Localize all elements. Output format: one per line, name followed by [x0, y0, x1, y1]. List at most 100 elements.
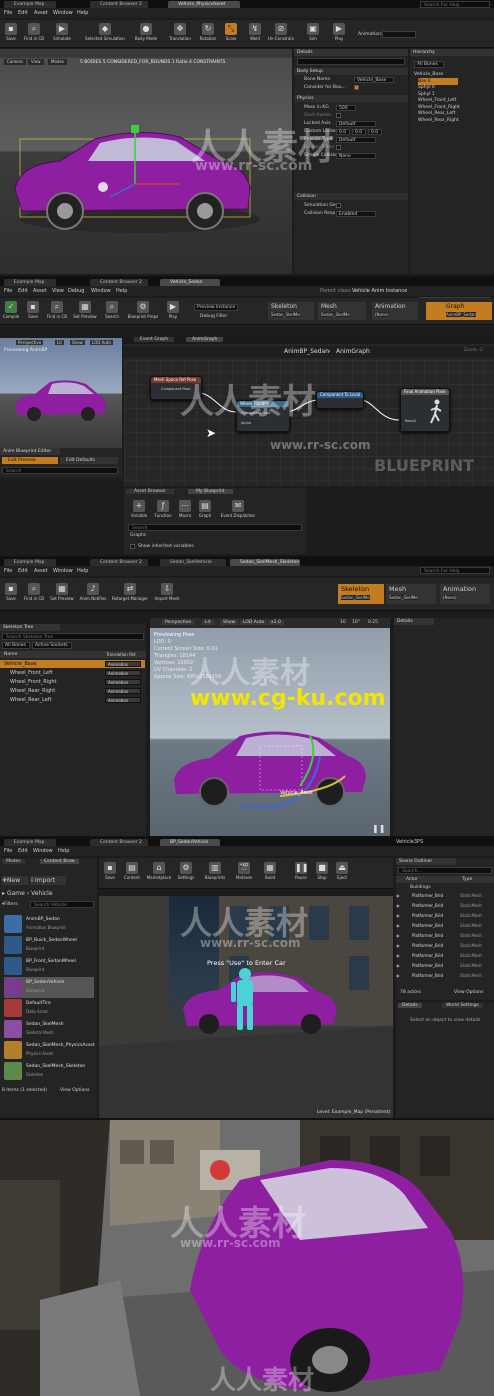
viewport-view-button[interactable]: View [28, 59, 44, 65]
tab-content-browser[interactable]: Content Browser 2 [90, 279, 148, 286]
all-bones-dropdown[interactable]: All Bones [2, 642, 30, 649]
tab-world-settings[interactable]: World Settings [442, 1003, 483, 1008]
outliner-row[interactable]: ◉ Platformer_Brid StaticMesh [396, 972, 486, 979]
find-in-cb-button[interactable]: ⌕ Find in CB [46, 301, 68, 319]
mode-skeleton[interactable]: Skeleton Sedan_SkelMe [338, 584, 384, 604]
build-button[interactable]: ▦ Build [259, 862, 281, 880]
import-mesh-button[interactable]: ⇩ Import Mesh [152, 583, 182, 601]
menu-edit[interactable]: Edit [18, 9, 28, 17]
asset-item[interactable]: BP_SedanVehicle Blueprint [4, 977, 94, 998]
tab-bp-sedan-vehicle[interactable]: BP_SedanVehicle [160, 839, 220, 846]
retarget-manager-button[interactable]: ⇄ Retarget Manager [110, 583, 150, 601]
hierarchy-item[interactable]: Wheel_Rear_Right [418, 117, 459, 124]
body-mode-button[interactable]: ● Body Mode [132, 23, 160, 41]
custom-lock-y-field[interactable]: 0.0 [352, 129, 366, 135]
tab-content-browser[interactable]: Content Browser 2 [90, 839, 148, 846]
compile-button[interactable]: ✓ Compile [2, 301, 20, 319]
custom-lock-x-field[interactable]: 0.0 [336, 129, 350, 135]
outliner-row[interactable]: ◉ Platformer_Brid StaticMesh [396, 952, 486, 959]
visibility-eye-icon[interactable]: ◉ [396, 972, 402, 979]
body-setup-section[interactable]: Body Setup [294, 68, 408, 75]
active-sockets-dropdown[interactable]: Active Sockets [32, 642, 72, 649]
consider-bounds-checkbox[interactable] [354, 85, 359, 90]
set-preview-button[interactable]: ▦ Set Preview [48, 583, 76, 601]
asset-item[interactable]: DefaultTire Data Asset [4, 998, 94, 1019]
menu-asset[interactable]: Asset [33, 287, 47, 295]
menu-window[interactable]: Window [53, 567, 73, 575]
tab-skeleton[interactable]: Sedan_SkelMesh_Skeleton [230, 559, 300, 566]
vp-lit-button[interactable]: Lit [55, 340, 64, 345]
set-preview-button[interactable]: ▦ Set Preview [72, 301, 98, 319]
breadcrumb-game[interactable]: Game [7, 890, 25, 897]
animation-dropdown[interactable] [382, 31, 416, 38]
tab-my-blueprint[interactable]: My Blueprint [188, 489, 233, 494]
outliner-row[interactable]: ◉ Platformer_Brid StaticMesh [396, 942, 486, 949]
tab-modes[interactable]: Modes [2, 859, 25, 864]
new-button[interactable]: ✚New [2, 876, 28, 885]
menu-help[interactable]: Help [116, 287, 127, 295]
double-sided-checkbox[interactable] [336, 145, 341, 150]
vp-perspective-button[interactable]: Perspective [162, 620, 195, 625]
snap-rotate[interactable]: 10° [352, 620, 360, 625]
add-function-button[interactable]: ƒ Function [152, 500, 174, 518]
vp-show-button[interactable]: Show [220, 620, 239, 625]
menu-file[interactable]: File [4, 847, 12, 855]
simulate-button[interactable]: ▶ Simulate [50, 23, 74, 41]
locked-axis-dropdown[interactable]: Default [336, 121, 376, 127]
translation-retarget-dropdown[interactable]: Animation [105, 670, 141, 676]
outliner-row[interactable]: ◉ Platformer_Brid StaticMesh [396, 932, 486, 939]
asset-item[interactable]: Sedan_SkelMesh Skeletal Mesh [4, 1019, 94, 1040]
bone-row[interactable]: Wheel_Rear_Left Animation [0, 696, 145, 704]
marketplace-button[interactable]: ⌂ Marketplace [145, 862, 173, 880]
search-button[interactable]: ⌕ Search [102, 301, 122, 319]
hierarchy-filter-dropdown[interactable]: All Bones [414, 61, 444, 68]
vp-speed-button[interactable]: x1.0 [268, 620, 284, 625]
visibility-eye-icon[interactable]: ◉ [396, 892, 402, 899]
physics-section[interactable]: Physics [294, 95, 408, 102]
tab-vehicle-sedan[interactable]: Vehicle_Sedan [160, 279, 220, 286]
anim-notifies-button[interactable]: ♪ Anim Notifies [78, 583, 108, 601]
pause-button[interactable]: ❚❚ Pause [291, 862, 311, 880]
visibility-eye-icon[interactable]: ◉ [396, 912, 402, 919]
help-search-input[interactable]: Search For Help [420, 1, 490, 8]
bone-name-field[interactable]: Vehicle_Base [354, 77, 394, 83]
vp-lod-button[interactable]: LOD Auto [240, 620, 268, 625]
outliner-row[interactable]: ◉ Platformer_Brid StaticMesh [396, 922, 486, 929]
simulation-generates-hit-checkbox[interactable] [336, 203, 341, 208]
menu-file[interactable]: File [4, 567, 12, 575]
find-in-cb-button[interactable]: ⌕ Find in CB [22, 583, 46, 601]
vp-show-button[interactable]: Show [70, 340, 85, 345]
asset-item[interactable]: Sedan_SkelMesh_PhysicsAsset Physics Asset [4, 1040, 95, 1061]
save-button[interactable]: ▪ Save [2, 583, 20, 601]
asset-item[interactable]: BP_Front_SedanWheel Blueprint [4, 956, 94, 977]
collision-response-dropdown[interactable]: Enabled [336, 211, 376, 217]
menu-asset[interactable]: Asset [34, 567, 48, 575]
edit-preview-button[interactable]: Edit Preview [2, 457, 58, 464]
menu-file[interactable]: File [4, 9, 12, 17]
translation-button[interactable]: ✥ Translation [166, 23, 194, 41]
outliner-row[interactable]: ◉ Platformer_Brid StaticMesh [396, 902, 486, 909]
menu-view[interactable]: View [52, 287, 64, 295]
stop-button[interactable]: ■ Stop [313, 862, 331, 880]
bone-row[interactable]: Vehicle_Base Animation [0, 660, 145, 668]
asset-search[interactable]: Search Vehicle [30, 901, 94, 908]
filters-button[interactable]: ▾Filters [2, 902, 18, 907]
tab-content-browser[interactable]: Content Browser 2 [90, 1, 148, 8]
mode-graph[interactable]: Graph AnimBP_Sedan [426, 302, 492, 320]
simple-collision-dropdown[interactable]: None [336, 153, 376, 159]
physics-type-dropdown[interactable]: Default [336, 137, 376, 143]
visibility-eye-icon[interactable]: ◉ [396, 952, 402, 959]
mode-mesh[interactable]: Mesh Sedan_SkelMe [386, 584, 436, 604]
blueprint-props-button[interactable]: ⚙ Blueprint Props [126, 301, 160, 319]
add-macro-button[interactable]: ⋯ Macro [176, 500, 194, 518]
tab-example-map[interactable]: Example Map [4, 279, 56, 286]
selected-simulation-button[interactable]: ◆ Selected Simulation [82, 23, 128, 41]
bone-row[interactable]: Wheel_Rear_Right Animation [0, 687, 145, 695]
add-graph-button[interactable]: ▤ Graph [196, 500, 214, 518]
defaults-search[interactable]: Search [2, 467, 118, 474]
menu-debug[interactable]: Debug [68, 287, 84, 295]
tab-sedan-vehicle[interactable]: Sedan_SkelVehicle [160, 559, 226, 566]
menu-window[interactable]: Window [91, 287, 111, 295]
save-button[interactable]: ▪ Save [2, 23, 20, 41]
translation-retarget-dropdown[interactable]: Animation [105, 688, 141, 694]
